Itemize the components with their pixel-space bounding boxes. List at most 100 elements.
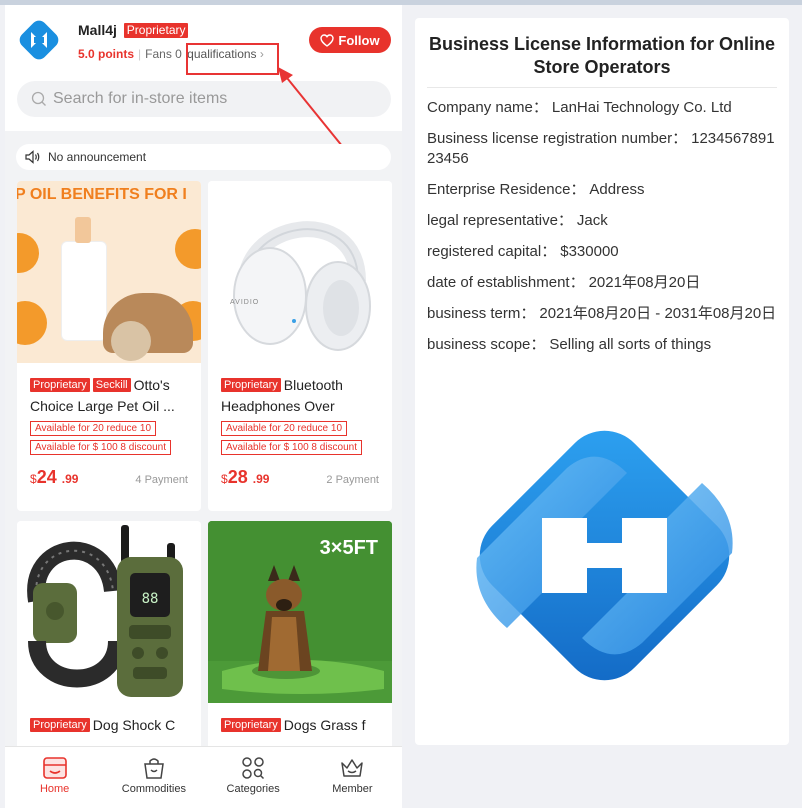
- banner-text: AVIDIO: [230, 299, 260, 306]
- price-currency: $: [30, 472, 37, 486]
- shop-logo-icon[interactable]: [17, 18, 61, 62]
- row-value: Selling all sorts of things: [549, 336, 712, 353]
- speaker-icon: [25, 150, 40, 164]
- coupon-badge: Available for 20 reduce 10: [221, 421, 348, 436]
- divider: |: [138, 47, 142, 61]
- product-title: Proprietary Seckill Otto's Choice Large Pe…: [30, 375, 188, 417]
- proprietary-badge: Proprietary: [123, 23, 189, 38]
- follow-label: Follow: [338, 32, 380, 48]
- price-decimal: .99: [252, 472, 270, 486]
- bag-icon: [144, 758, 164, 779]
- price-integer: 24: [36, 467, 57, 487]
- license-row-term: business term： 2021年08月20日 - 2031年08月20日: [427, 304, 779, 324]
- row-value: 2021年08月20日: [588, 274, 701, 291]
- coupon-badge: Available for 20 reduce 10: [30, 421, 157, 436]
- license-panel: Business License Information for Online …: [415, 18, 789, 745]
- tag-proprietary: Proprietary: [221, 378, 281, 392]
- row-key: date of establishment：: [427, 274, 585, 291]
- row-value: Jack: [576, 212, 608, 229]
- oil-bottle: [61, 241, 107, 341]
- tab-label: Commodities: [121, 783, 186, 795]
- row-key: Enterprise Residence：: [427, 181, 586, 198]
- badge-circle: [17, 301, 47, 345]
- payment-count: 2 Payment: [326, 474, 379, 486]
- product-price: $24 .99: [30, 467, 78, 488]
- product-card[interactable]: 88 Proprietary Dog Shock C: [17, 521, 201, 751]
- tab-categories[interactable]: Categories: [204, 747, 303, 808]
- shop-name-line: Mall4j Proprietary: [78, 22, 189, 38]
- product-title: ProprietaryBluetooth Headphones Over Ear…: [221, 375, 379, 417]
- search-icon: [31, 91, 46, 106]
- heart-icon: [320, 33, 335, 47]
- product-image-shock-collar: 88: [17, 521, 201, 703]
- dropper: [75, 217, 91, 243]
- license-row-residence: Enterprise Residence： Address: [427, 180, 779, 200]
- row-key: business scope：: [427, 336, 546, 353]
- product-image-dog-grass: 3×5FT: [208, 521, 392, 703]
- product-card[interactable]: 3×5FT Proprietary Dogs Grass f: [208, 521, 392, 751]
- shop-preview: Mall4j Proprietary 5.0 points | Fans 0 qua…: [5, 5, 402, 808]
- tab-label: Categories: [226, 783, 280, 795]
- product-title-text: Dogs Grass f: [283, 717, 366, 733]
- headphones-illustration: [233, 221, 371, 351]
- row-value: $330000: [560, 243, 619, 260]
- tag-proprietary: Proprietary: [30, 378, 90, 392]
- product-image-headphones: AVIDIO: [208, 181, 392, 363]
- product-title-text: Dog Shock C: [92, 717, 176, 733]
- license-logo-icon: [476, 430, 733, 681]
- tag-seckill: Seckill: [92, 378, 131, 392]
- license-row-capital: registered capital： $330000: [427, 242, 779, 262]
- product-card[interactable]: P OIL BENEFITS FOR I Proprietary Seckill O…: [17, 181, 201, 511]
- banner-text: P OIL BENEFITS FOR I: [17, 186, 187, 203]
- announcement-bar[interactable]: No announcement: [16, 144, 391, 170]
- license-row-company: Company name： LanHai Technology Co. Ltd: [427, 98, 779, 118]
- tab-commodities[interactable]: Commodities: [104, 747, 203, 808]
- row-key: business term：: [427, 305, 536, 322]
- coupon-badge: Available for $ 100 8 discount: [221, 440, 363, 455]
- tab-home[interactable]: Home: [5, 747, 104, 808]
- license-title: Business License Information for Online …: [428, 34, 776, 77]
- divider: [427, 87, 777, 88]
- bottom-tab-bar: Home Commodities Categories Member: [5, 746, 402, 808]
- product-card[interactable]: AVIDIO Proprietary Bluetooth Headphones O…: [208, 181, 392, 511]
- license-row-registration: Business license registration number： 123…: [427, 129, 779, 169]
- row-key: registered capital：: [427, 243, 557, 260]
- announcement-text: No announcement: [48, 150, 147, 164]
- row-key: Company name：: [427, 99, 548, 116]
- highlight-box: [186, 43, 279, 75]
- shop-icon: [42, 757, 67, 779]
- banner-area: P OIL BENEFITS FOR I: [17, 181, 201, 211]
- follow-button[interactable]: Follow: [309, 27, 391, 53]
- shop-fans: Fans 0: [145, 47, 182, 61]
- row-value: LanHai Technology Co. Ltd: [551, 99, 732, 116]
- svg-text:88: 88: [142, 591, 159, 607]
- price-integer: 28: [227, 467, 248, 487]
- tab-label: Home: [39, 783, 70, 795]
- coupon-badge: Available for $ 100 8 discount: [30, 440, 172, 455]
- row-value: 2021年08月20日 - 2031年08月20日: [539, 305, 777, 322]
- payment-count: 4 Payment: [135, 474, 188, 486]
- license-info: Company name： LanHai Technology Co. Ltd B…: [427, 98, 779, 366]
- tab-label: Member: [332, 783, 373, 795]
- shop-name: Mall4j: [78, 22, 117, 38]
- cat-shape: [111, 321, 151, 361]
- banner-text: 3×5FT: [319, 537, 378, 559]
- crown-icon: [341, 759, 364, 777]
- search-placeholder: Search for in-store items: [53, 90, 228, 107]
- product-price: $28 .99: [221, 467, 269, 488]
- row-key: legal representative：: [427, 212, 573, 229]
- price-currency: $: [221, 472, 228, 486]
- badge-circle: [17, 233, 39, 273]
- tag-proprietary: Proprietary: [221, 718, 281, 732]
- license-row-legal-rep: legal representative： Jack: [427, 211, 779, 231]
- row-key: Business license registration number：: [427, 130, 688, 147]
- shock-collar-illustration: 88: [27, 525, 183, 697]
- tag-proprietary: Proprietary: [30, 718, 90, 732]
- product-image-pet-oil: P OIL BENEFITS FOR I: [17, 181, 201, 363]
- license-row-establishment: date of establishment： 2021年08月20日: [427, 273, 779, 293]
- shop-points: 5.0 points: [78, 47, 135, 61]
- price-decimal: .99: [61, 472, 79, 486]
- grid-icon: [242, 757, 265, 780]
- row-value: Address: [589, 181, 645, 198]
- tab-member[interactable]: Member: [303, 747, 402, 808]
